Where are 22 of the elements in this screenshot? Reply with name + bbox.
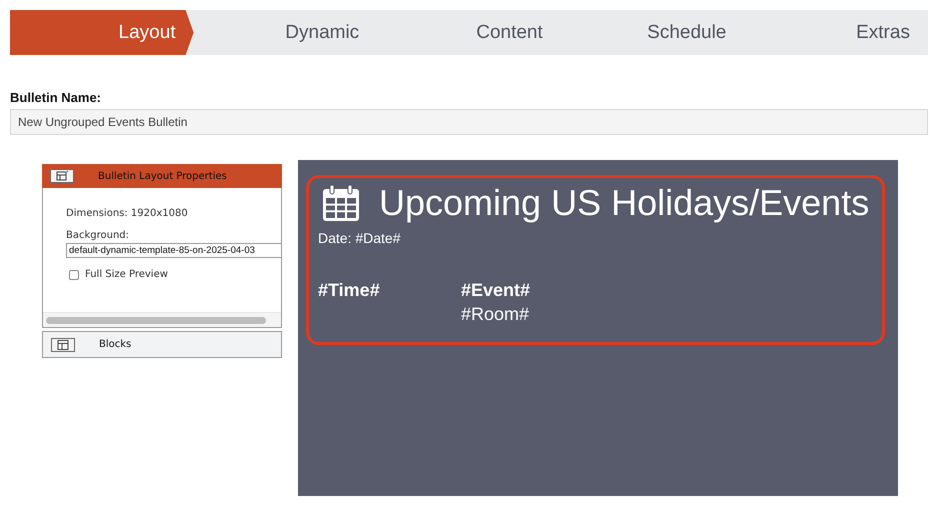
bulletin-name-field[interactable]: New Ungrouped Events Bulletin [10, 109, 928, 135]
panel-header[interactable]: Bulletin Layout Properties [42, 164, 282, 188]
selected-block[interactable]: Upcoming US Holidays/Events Date: #Date# #Time# #Event# #Room# [306, 175, 885, 345]
blocks-panel-header[interactable]: Blocks [42, 331, 282, 358]
checkbox[interactable] [69, 270, 79, 280]
room-placeholder: #Room# [461, 304, 530, 325]
scrollbar-thumb[interactable] [46, 317, 266, 324]
step-tab[interactable]: Layout [10, 10, 194, 55]
background-label: Background: [66, 230, 130, 241]
checkbox-label: Full Size Preview [85, 269, 168, 280]
dimensions-text: Dimensions: 1920x1080 [66, 208, 189, 219]
date-placeholder: Date: #Date# [318, 230, 402, 246]
background-select[interactable]: default-dynamic-template-85-on-2025-04-03 [66, 243, 281, 258]
event-placeholder: #Event# [461, 280, 530, 301]
panel-title: Blocks [99, 339, 132, 350]
preview-title: Upcoming US Holidays/Events [379, 182, 870, 224]
time-placeholder: #Time# [318, 280, 381, 302]
layout-icon [51, 338, 75, 352]
panel-title: Bulletin Layout Properties [98, 170, 227, 182]
field-label: Bulletin Name: [10, 90, 102, 105]
layout-settings-icon [50, 169, 74, 183]
calendar-icon [321, 183, 361, 223]
